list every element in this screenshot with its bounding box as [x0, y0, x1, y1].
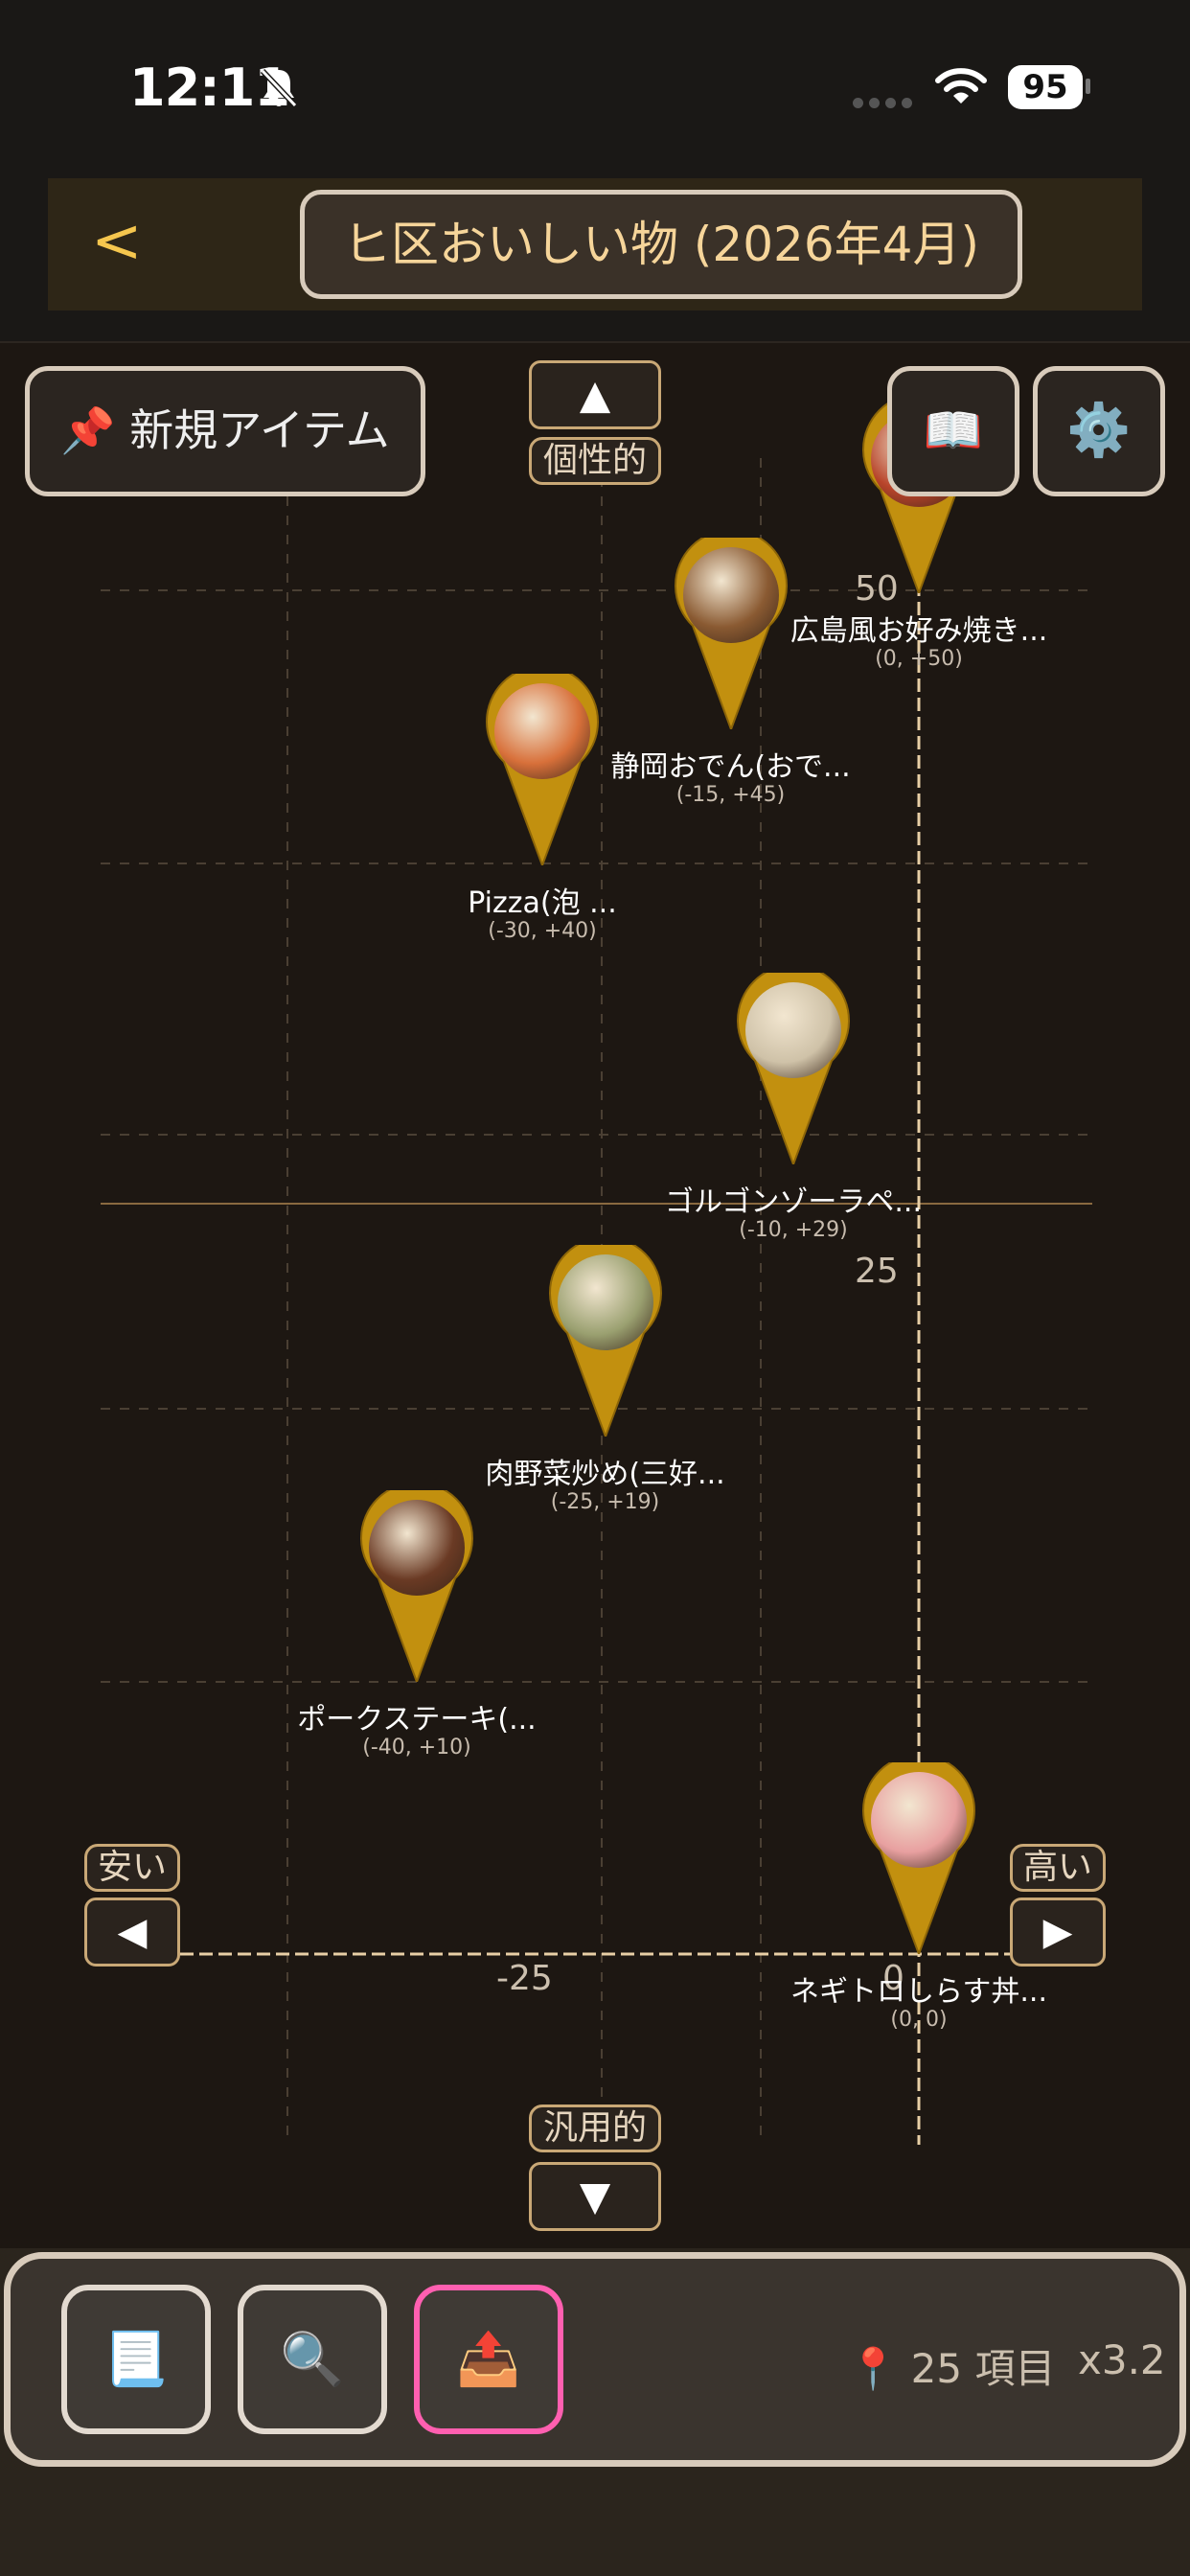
- map-pin[interactable]: [674, 538, 789, 729]
- axis-label-left: 安い: [84, 1844, 180, 1892]
- tick-x-25: -25: [496, 1959, 553, 1998]
- food-photo: [871, 1772, 967, 1868]
- zoom-level: x3.2: [1078, 2336, 1166, 2383]
- book-icon[interactable]: 📖: [887, 366, 1019, 496]
- scroll-right-button[interactable]: ▶: [1010, 1898, 1106, 1966]
- item-count: 📍 25 項目: [848, 2345, 1056, 2392]
- pin-label: ゴルゴンゾーラペ...: [664, 1185, 922, 1220]
- map-title-button[interactable]: ヒ区おいしい物 (2026年4月): [300, 190, 1022, 299]
- axis-label-top: 個性的: [529, 437, 661, 485]
- map-pin[interactable]: [736, 973, 851, 1165]
- pin-coordinates: (-30, +40): [488, 919, 597, 943]
- map-pin[interactable]: [548, 1245, 663, 1438]
- battery-tip: [1086, 79, 1090, 94]
- map-pin[interactable]: [485, 674, 600, 865]
- pin-coordinates: (-10, +29): [739, 1218, 848, 1243]
- food-photo: [682, 547, 779, 643]
- scroll-down-button[interactable]: ▼: [529, 2162, 661, 2231]
- scroll-left-button[interactable]: ◀: [84, 1898, 180, 1966]
- pin-label: ポークステーキ(...: [297, 1703, 537, 1736]
- pin-coordinates: (-25, +19): [550, 1490, 660, 1515]
- pin-label: 広島風お好み焼き...: [790, 614, 1048, 648]
- food-photo: [494, 683, 590, 779]
- tick-y25: 25: [855, 1252, 899, 1291]
- back-button[interactable]: <: [91, 203, 149, 280]
- food-photo: [745, 982, 841, 1079]
- pin-label: 静岡おでん(おで...: [610, 750, 851, 784]
- scroll-up-button[interactable]: ▲: [529, 360, 661, 429]
- gear-icon[interactable]: ⚙️: [1033, 366, 1165, 496]
- pin-label: 肉野菜炒め(三好...: [485, 1458, 725, 1492]
- search-icon[interactable]: 🔍: [238, 2285, 387, 2434]
- food-photo: [557, 1254, 653, 1351]
- axis-label-bottom: 汎用的: [529, 2104, 661, 2152]
- pin-coordinates: (-40, +10): [362, 1736, 471, 1760]
- export-icon[interactable]: 📤: [414, 2285, 563, 2434]
- list-icon[interactable]: 📃: [61, 2285, 211, 2434]
- pin-label: Pizza(泡 ...: [468, 886, 617, 920]
- axis-label-right: 高い: [1010, 1844, 1106, 1892]
- pin-label: ネギトロしらす丼...: [790, 1975, 1047, 2009]
- wifi-icon: [935, 68, 987, 104]
- map-pin[interactable]: [359, 1490, 474, 1682]
- pin-coordinates: (0, +50): [875, 647, 963, 671]
- positioning-map[interactable]: 50 25 0 -25 広島風お好み焼き... (0, +50) 静岡おでん(おで.…: [0, 343, 1190, 2248]
- cellular-signal-icon: [853, 94, 918, 112]
- battery-icon: 95: [1008, 65, 1083, 109]
- new-item-button[interactable]: 📌 新規アイテム: [25, 366, 425, 496]
- bell-muted-icon: [260, 68, 298, 108]
- pin-coordinates: (0, 0): [890, 2008, 948, 2032]
- map-pin[interactable]: [861, 1762, 976, 1954]
- food-photo: [369, 1500, 465, 1596]
- pin-coordinates: (-15, +45): [675, 783, 786, 807]
